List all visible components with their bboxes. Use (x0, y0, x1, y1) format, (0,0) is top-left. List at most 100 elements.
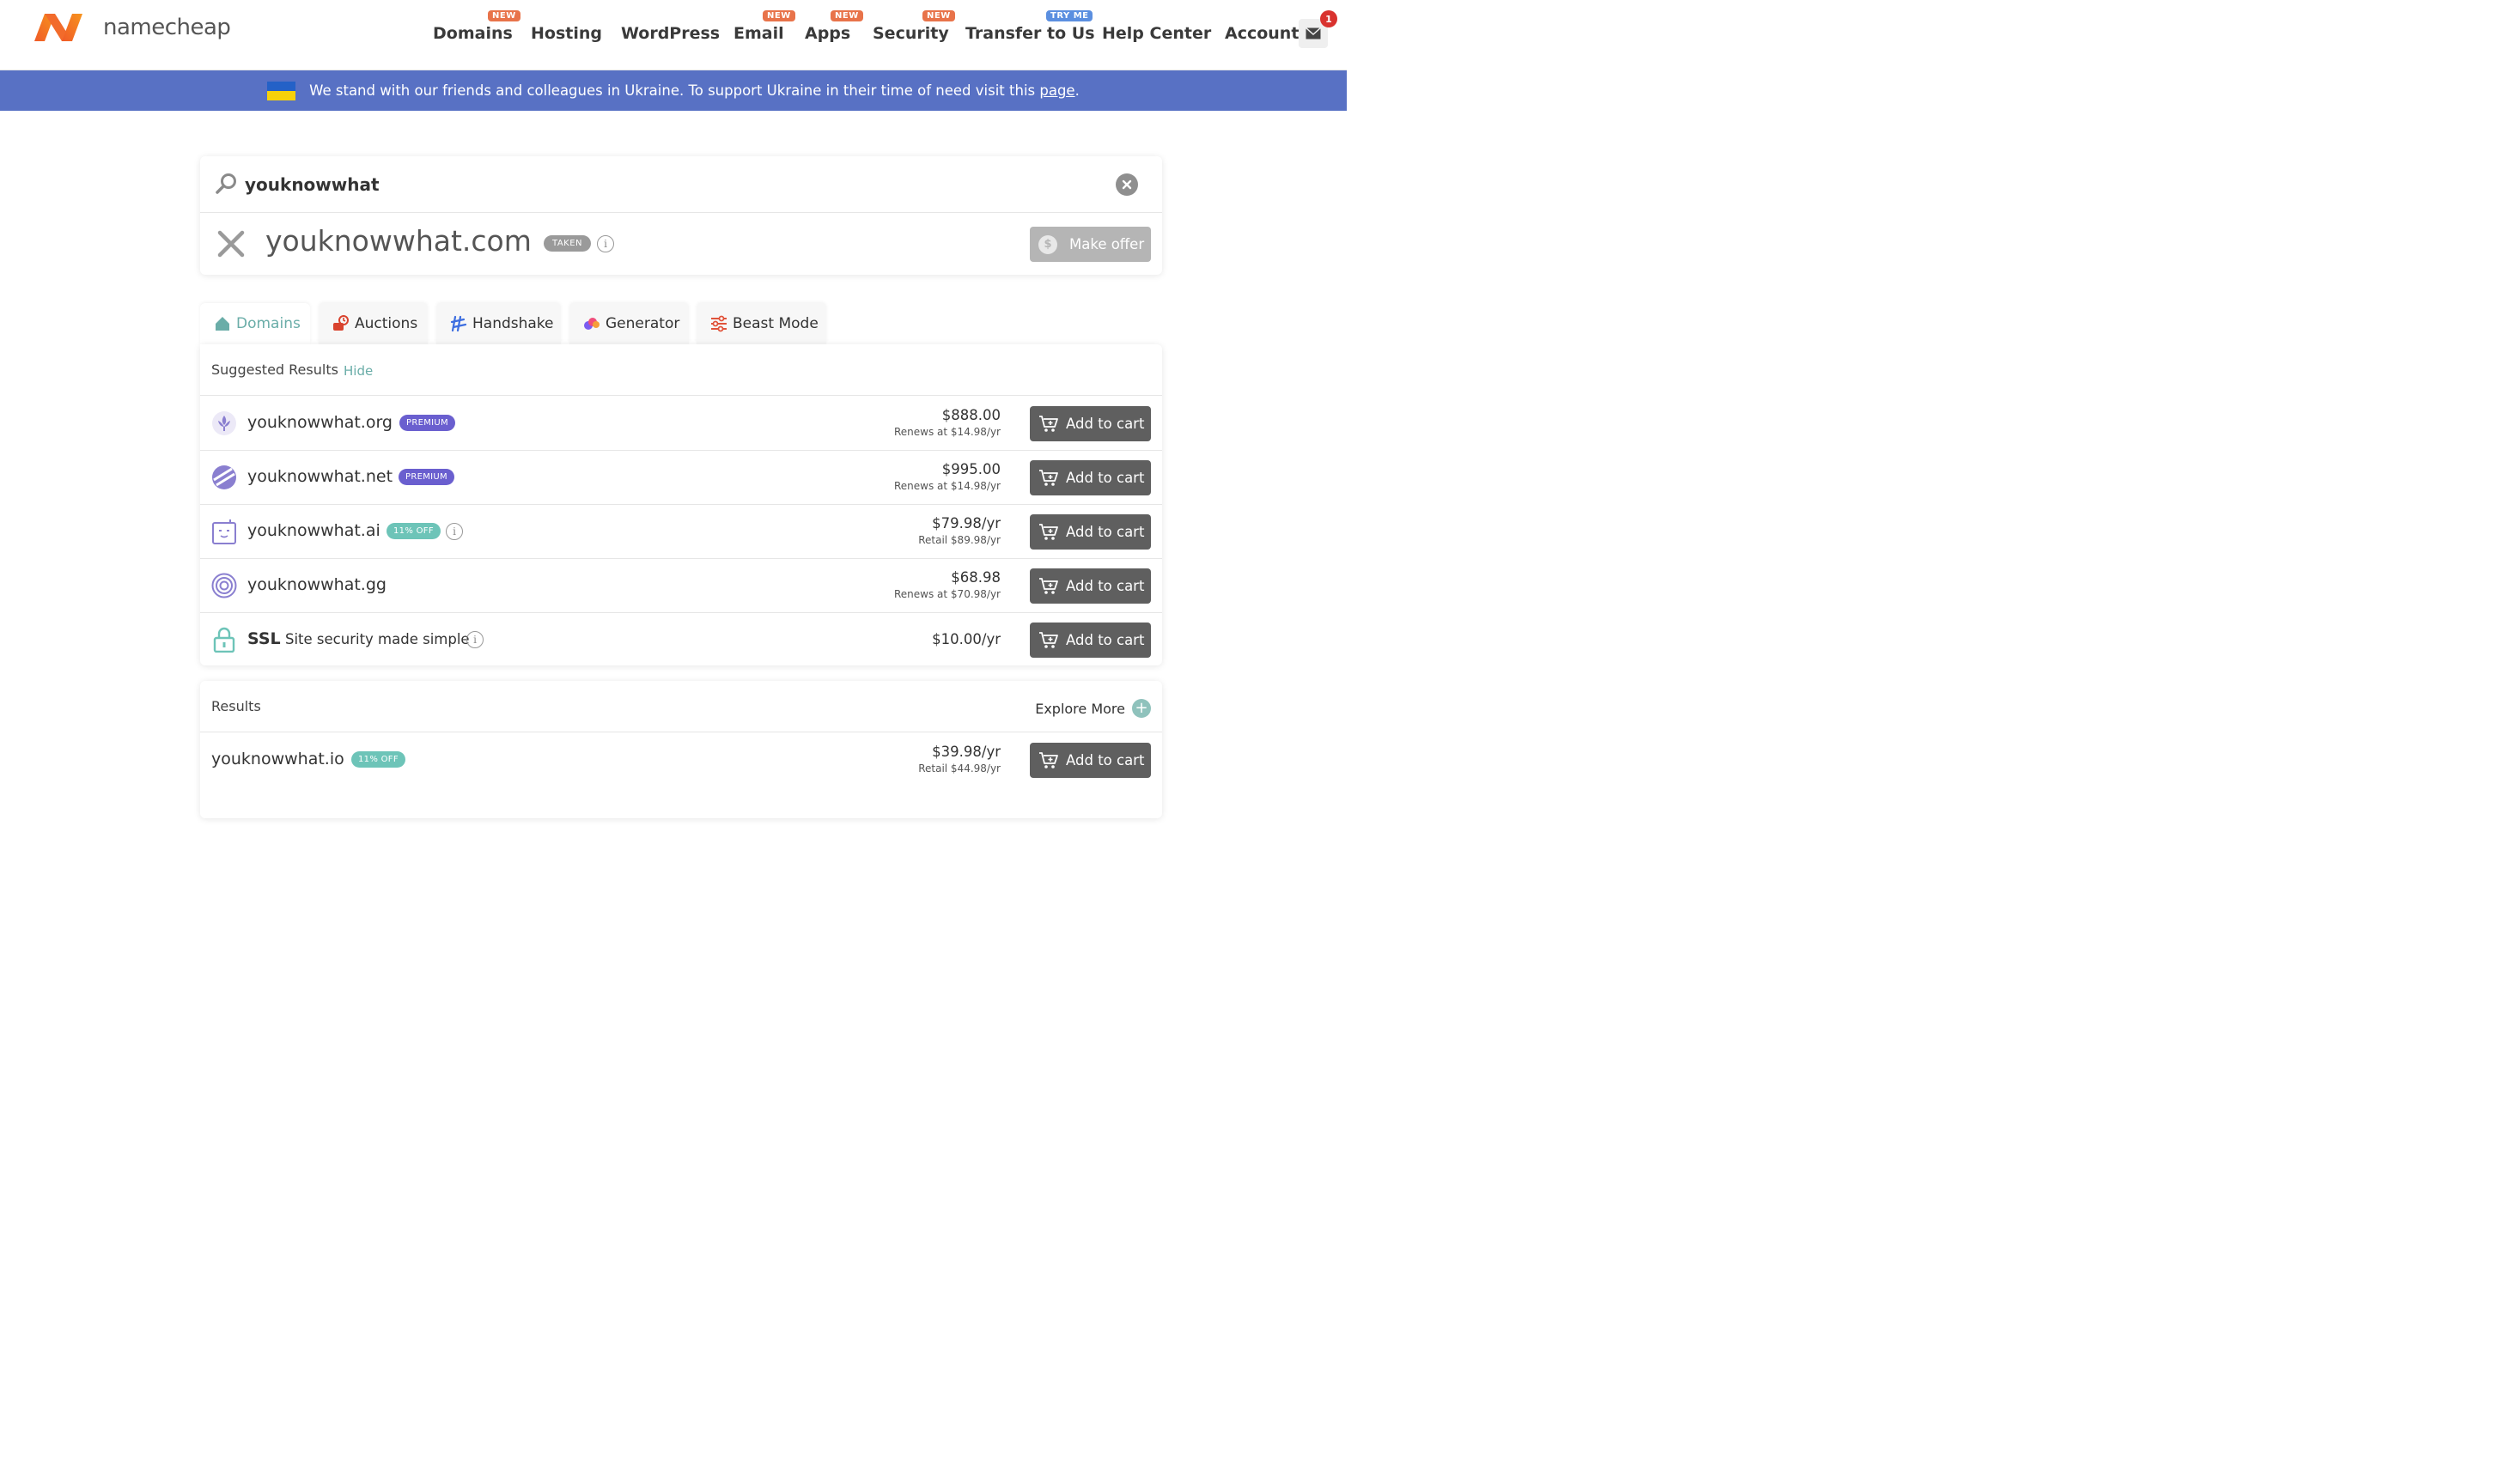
nav-label: Account (1225, 24, 1300, 43)
banner-page-link[interactable]: page (1039, 82, 1074, 99)
ssl-description: Site security made simple (285, 631, 470, 647)
ssl-title: SSL (247, 629, 281, 648)
namecheap-logo[interactable]: namecheap (33, 10, 231, 45)
tab-domains[interactable]: Domains (200, 303, 310, 344)
top-header: namecheap Domains NEW Hosting WordPress … (0, 0, 1347, 70)
premium-badge: PREMIUM (399, 415, 455, 431)
logo-text: namecheap (103, 15, 231, 40)
search-icon (216, 173, 236, 194)
retail-price: Retail $89.98/yr (918, 534, 1001, 546)
results-card: Results Explore More + youknowwhat.io 11… (200, 681, 1162, 818)
add-to-cart-button[interactable]: Add to cart (1030, 460, 1151, 495)
cart-icon (1039, 523, 1058, 540)
dollar-icon: $ (1038, 234, 1057, 254)
home-icon (216, 317, 229, 331)
nav-security[interactable]: Security NEW (873, 10, 955, 43)
tab-label: Domains (236, 315, 301, 332)
nav-email[interactable]: Email NEW (733, 10, 795, 43)
taken-domain-row: youknowwhat.com TAKEN i $ Make offer (200, 214, 1162, 275)
domain-row-net: youknowwhat.net PREMIUM $995.00 Renews a… (200, 451, 1162, 505)
notification-count: 1 (1320, 10, 1337, 27)
explore-more-button[interactable]: Explore More + (1035, 699, 1151, 718)
plus-icon: + (1132, 699, 1151, 718)
domain-name: youknowwhat.net (247, 467, 393, 486)
new-badge: NEW (831, 10, 863, 21)
envelope-icon (1306, 27, 1321, 39)
add-to-cart-label: Add to cart (1066, 578, 1145, 594)
handshake-icon (450, 315, 467, 332)
new-badge: NEW (922, 10, 955, 21)
gg-target-icon (211, 573, 237, 598)
nav-label: Hosting (531, 24, 602, 43)
auction-icon (333, 315, 349, 331)
ukraine-flag-icon (267, 81, 296, 100)
cart-icon (1039, 415, 1058, 432)
add-to-cart-label: Add to cart (1066, 752, 1145, 768)
results-header: Results Explore More + (200, 681, 1162, 732)
lock-icon (213, 627, 235, 653)
nav-apps[interactable]: Apps NEW (805, 10, 863, 43)
add-to-cart-button[interactable]: Add to cart (1030, 743, 1151, 778)
nav-label: Transfer to Us (965, 24, 1095, 43)
price: $68.98 (951, 569, 1001, 586)
nav-label: WordPress (621, 24, 721, 43)
domain-row-gg: youknowwhat.gg $68.98 Renews at $70.98/y… (200, 559, 1162, 613)
nav-hosting[interactable]: Hosting (531, 24, 602, 43)
retail-price: Retail $44.98/yr (918, 762, 1001, 774)
new-badge: NEW (763, 10, 795, 21)
suggested-results-card: Suggested Results Hide youknowwhat.org P… (200, 344, 1162, 665)
add-to-cart-button[interactable]: Add to cart (1030, 568, 1151, 604)
domain-search-input[interactable] (245, 170, 1087, 199)
price: $10.00/yr (932, 631, 1001, 647)
price: $39.98/yr (932, 744, 1001, 760)
nav-label: Domains (433, 24, 513, 43)
ssl-row: SSL Site security made simple i $10.00/y… (200, 613, 1162, 667)
nav-domains[interactable]: Domains NEW (433, 10, 520, 43)
add-to-cart-label: Add to cart (1066, 416, 1145, 432)
org-tld-icon (212, 411, 236, 435)
add-to-cart-button[interactable]: Add to cart (1030, 406, 1151, 441)
domain-row-ai: youknowwhat.ai 11% OFF i $79.98/yr Retai… (200, 505, 1162, 559)
add-to-cart-label: Add to cart (1066, 470, 1145, 486)
nav-help-center[interactable]: Help Center (1102, 24, 1211, 43)
tab-handshake[interactable]: Handshake (436, 303, 561, 344)
try-me-badge: TRY ME (1046, 10, 1093, 21)
nav-label: Apps (805, 24, 851, 43)
banner-suffix: . (1074, 82, 1080, 99)
nav-transfer[interactable]: Transfer to Us TRY ME (965, 10, 1095, 43)
banner-message: We stand with our friends and colleagues… (309, 82, 1040, 99)
add-to-cart-button[interactable]: Add to cart (1030, 623, 1151, 658)
cart-icon (1039, 577, 1058, 594)
cart-icon (1039, 469, 1058, 486)
premium-badge: PREMIUM (399, 469, 454, 485)
hide-suggested-link[interactable]: Hide (344, 363, 373, 379)
tab-generator[interactable]: Generator (569, 303, 689, 344)
taken-domain-name: youknowwhat.com (265, 224, 532, 258)
tab-beast-mode[interactable]: Beast Mode (697, 303, 826, 344)
tab-auctions[interactable]: Auctions (319, 303, 428, 344)
add-to-cart-label: Add to cart (1066, 524, 1145, 540)
price: $888.00 (941, 407, 1001, 423)
net-tld-icon (212, 465, 236, 489)
taken-badge: TAKEN (544, 235, 592, 252)
tab-label: Beast Mode (733, 315, 819, 332)
cart-icon (1039, 751, 1058, 768)
tab-label: Handshake (472, 315, 554, 332)
info-icon[interactable]: i (446, 523, 463, 540)
add-to-cart-label: Add to cart (1066, 632, 1145, 648)
add-to-cart-button[interactable]: Add to cart (1030, 514, 1151, 550)
suggested-title: Suggested Results (211, 361, 338, 378)
namecheap-logo-icon (34, 14, 82, 41)
clear-search-button[interactable] (1116, 173, 1138, 196)
price: $995.00 (941, 461, 1001, 477)
banner-text: We stand with our friends and colleagues… (309, 82, 1080, 99)
nav-account[interactable]: Account (1225, 24, 1299, 43)
nav-wordpress[interactable]: WordPress (621, 24, 720, 43)
domain-name: youknowwhat.org (247, 413, 393, 432)
info-icon[interactable]: i (466, 631, 484, 648)
price: $79.98/yr (932, 515, 1001, 531)
renewal-price: Renews at $70.98/yr (894, 588, 1001, 600)
make-offer-button[interactable]: $ Make offer (1030, 227, 1151, 262)
info-icon[interactable]: i (597, 235, 614, 252)
ukraine-banner: We stand with our friends and colleagues… (0, 70, 1347, 111)
